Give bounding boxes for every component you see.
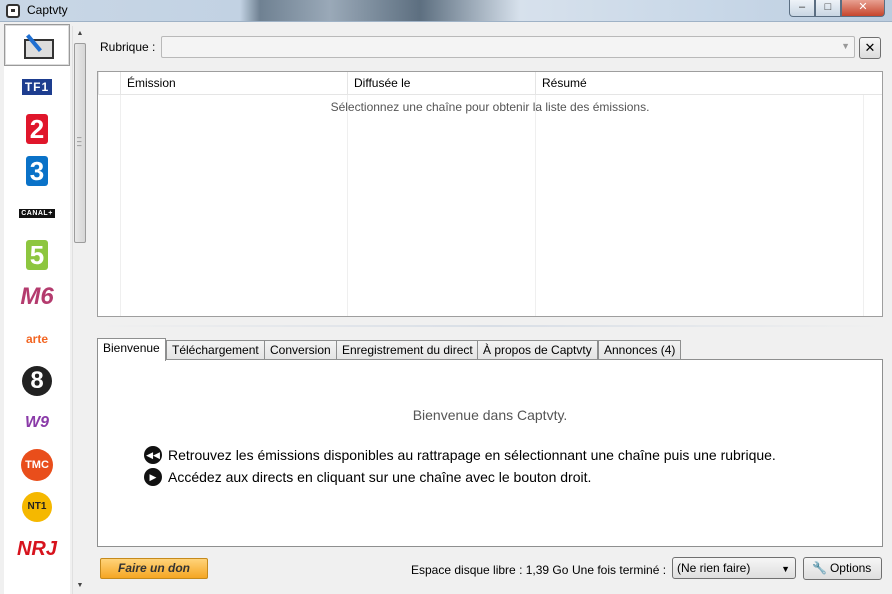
options-label: Options: [829, 561, 872, 575]
tab-telechargement[interactable]: Téléchargement: [166, 340, 265, 360]
finish-action-label: Une fois terminé :: [572, 563, 667, 577]
wrench-icon: 🔧: [812, 561, 827, 575]
channel-item-canalplus[interactable]: CANAL+: [4, 192, 70, 234]
channel-item-france5[interactable]: 5: [4, 234, 70, 276]
finish-action-value: (Ne rien faire): [677, 561, 751, 575]
tab-bienvenue[interactable]: Bienvenue: [97, 338, 166, 361]
scroll-up-icon[interactable]: ▲: [73, 26, 87, 42]
nt1-logo: NT1: [22, 492, 52, 522]
channel-item-tf1[interactable]: TF1: [4, 66, 70, 108]
welcome-line: ▶ Accédez aux directs en cliquant sur un…: [144, 468, 591, 486]
channel-item-nt1[interactable]: NT1: [4, 486, 70, 528]
scroll-down-icon[interactable]: ▼: [73, 578, 87, 594]
tab-enregistrement[interactable]: Enregistrement du direct: [336, 340, 479, 360]
channel-item-editor[interactable]: [4, 24, 70, 66]
channel-list: TF1 2 3 CANAL+ 5 M6 arte 8 W9 TMC NT1 NR…: [4, 24, 70, 594]
scroll-thumb[interactable]: – – –: [74, 43, 86, 243]
m6-logo: M6: [20, 283, 54, 310]
column-header-diffusee[interactable]: Diffusée le: [347, 72, 535, 95]
maximize-button[interactable]: □: [815, 0, 841, 17]
channel-item-tmc[interactable]: TMC: [4, 444, 70, 486]
chevron-down-icon: ▼: [781, 564, 790, 574]
channel-item-m6[interactable]: M6: [4, 276, 70, 318]
tab-annonces[interactable]: Annonces (4): [598, 340, 682, 360]
welcome-text: Retrouvez les émissions disponibles au r…: [168, 447, 776, 463]
channel-item-france3[interactable]: 3: [4, 150, 70, 192]
play-icon: ▶: [144, 468, 162, 486]
rewind-icon: ◀◀: [144, 446, 162, 464]
column-divider: [120, 95, 121, 316]
pencil-icon: [22, 33, 54, 59]
column-header-resume[interactable]: Résumé: [535, 72, 863, 95]
nrj12-logo: NRJ: [16, 537, 57, 560]
channel-item-nrj12[interactable]: NRJ: [4, 528, 70, 570]
table-header: Émission Diffusée le Résumé: [98, 72, 882, 95]
header-spacer: [98, 72, 120, 95]
emissions-table[interactable]: Émission Diffusée le Résumé Sélectionnez…: [97, 71, 883, 317]
grip-icon: – – –: [77, 133, 82, 150]
donate-button[interactable]: Faire un don: [100, 558, 208, 579]
welcome-line: ◀◀ Retrouvez les émissions disponibles a…: [144, 446, 776, 464]
welcome-panel: Bienvenue dans Captvty. ◀◀ Retrouvez les…: [97, 359, 883, 547]
d8-logo: 8: [22, 366, 52, 396]
arte-logo: arte: [25, 332, 48, 346]
app-window: Captvty – □ ✕ TF1 2 3 CANAL+ 5 M6 arte 8…: [0, 0, 892, 594]
column-divider: [535, 95, 536, 316]
welcome-title: Bienvenue dans Captvty.: [412, 407, 568, 423]
welcome-text: Accédez aux directs en cliquant sur une …: [168, 469, 592, 485]
finish-action-dropdown[interactable]: (Ne rien faire) ▼: [672, 557, 796, 579]
tab-a-propos[interactable]: À propos de Captvty: [477, 340, 598, 360]
title-bar: Captvty – □ ✕: [0, 0, 892, 22]
chevron-down-icon: ▼: [841, 41, 850, 51]
panel-splitter[interactable]: [97, 325, 883, 327]
w9-logo: W9: [25, 414, 49, 431]
france3-logo: 3: [26, 156, 48, 186]
rubrique-dropdown[interactable]: ▼: [161, 36, 855, 58]
channel-item-france2[interactable]: 2: [4, 108, 70, 150]
clear-rubrique-button[interactable]: ✕: [859, 37, 881, 59]
tmc-logo: TMC: [21, 449, 53, 481]
minimize-button[interactable]: –: [789, 0, 815, 17]
window-title: Captvty: [27, 3, 68, 17]
app-icon: [6, 4, 20, 18]
table-empty-message: Sélectionnez une chaîne pour obtenir la …: [330, 100, 650, 114]
disk-space-label: Espace disque libre : 1,39 Go: [411, 563, 569, 577]
france5-logo: 5: [26, 240, 48, 270]
channel-item-d8[interactable]: 8: [4, 360, 70, 402]
column-header-emission[interactable]: Émission: [120, 72, 347, 95]
rubrique-label: Rubrique :: [100, 40, 156, 54]
france2-logo: 2: [26, 114, 48, 144]
column-divider: [347, 95, 348, 316]
canalplus-logo: CANAL+: [19, 208, 55, 218]
options-button[interactable]: 🔧 Options: [803, 557, 882, 580]
channel-scrollbar[interactable]: ▲ – – – ▼: [72, 26, 86, 594]
channel-item-arte[interactable]: arte: [4, 318, 70, 360]
tf1-logo: TF1: [21, 79, 53, 95]
close-window-button[interactable]: ✕: [841, 0, 885, 17]
channel-sidebar: TF1 2 3 CANAL+ 5 M6 arte 8 W9 TMC NT1 NR…: [0, 22, 88, 594]
channel-item-w9[interactable]: W9: [4, 402, 70, 444]
column-divider: [863, 95, 864, 316]
tab-conversion[interactable]: Conversion: [264, 340, 337, 360]
